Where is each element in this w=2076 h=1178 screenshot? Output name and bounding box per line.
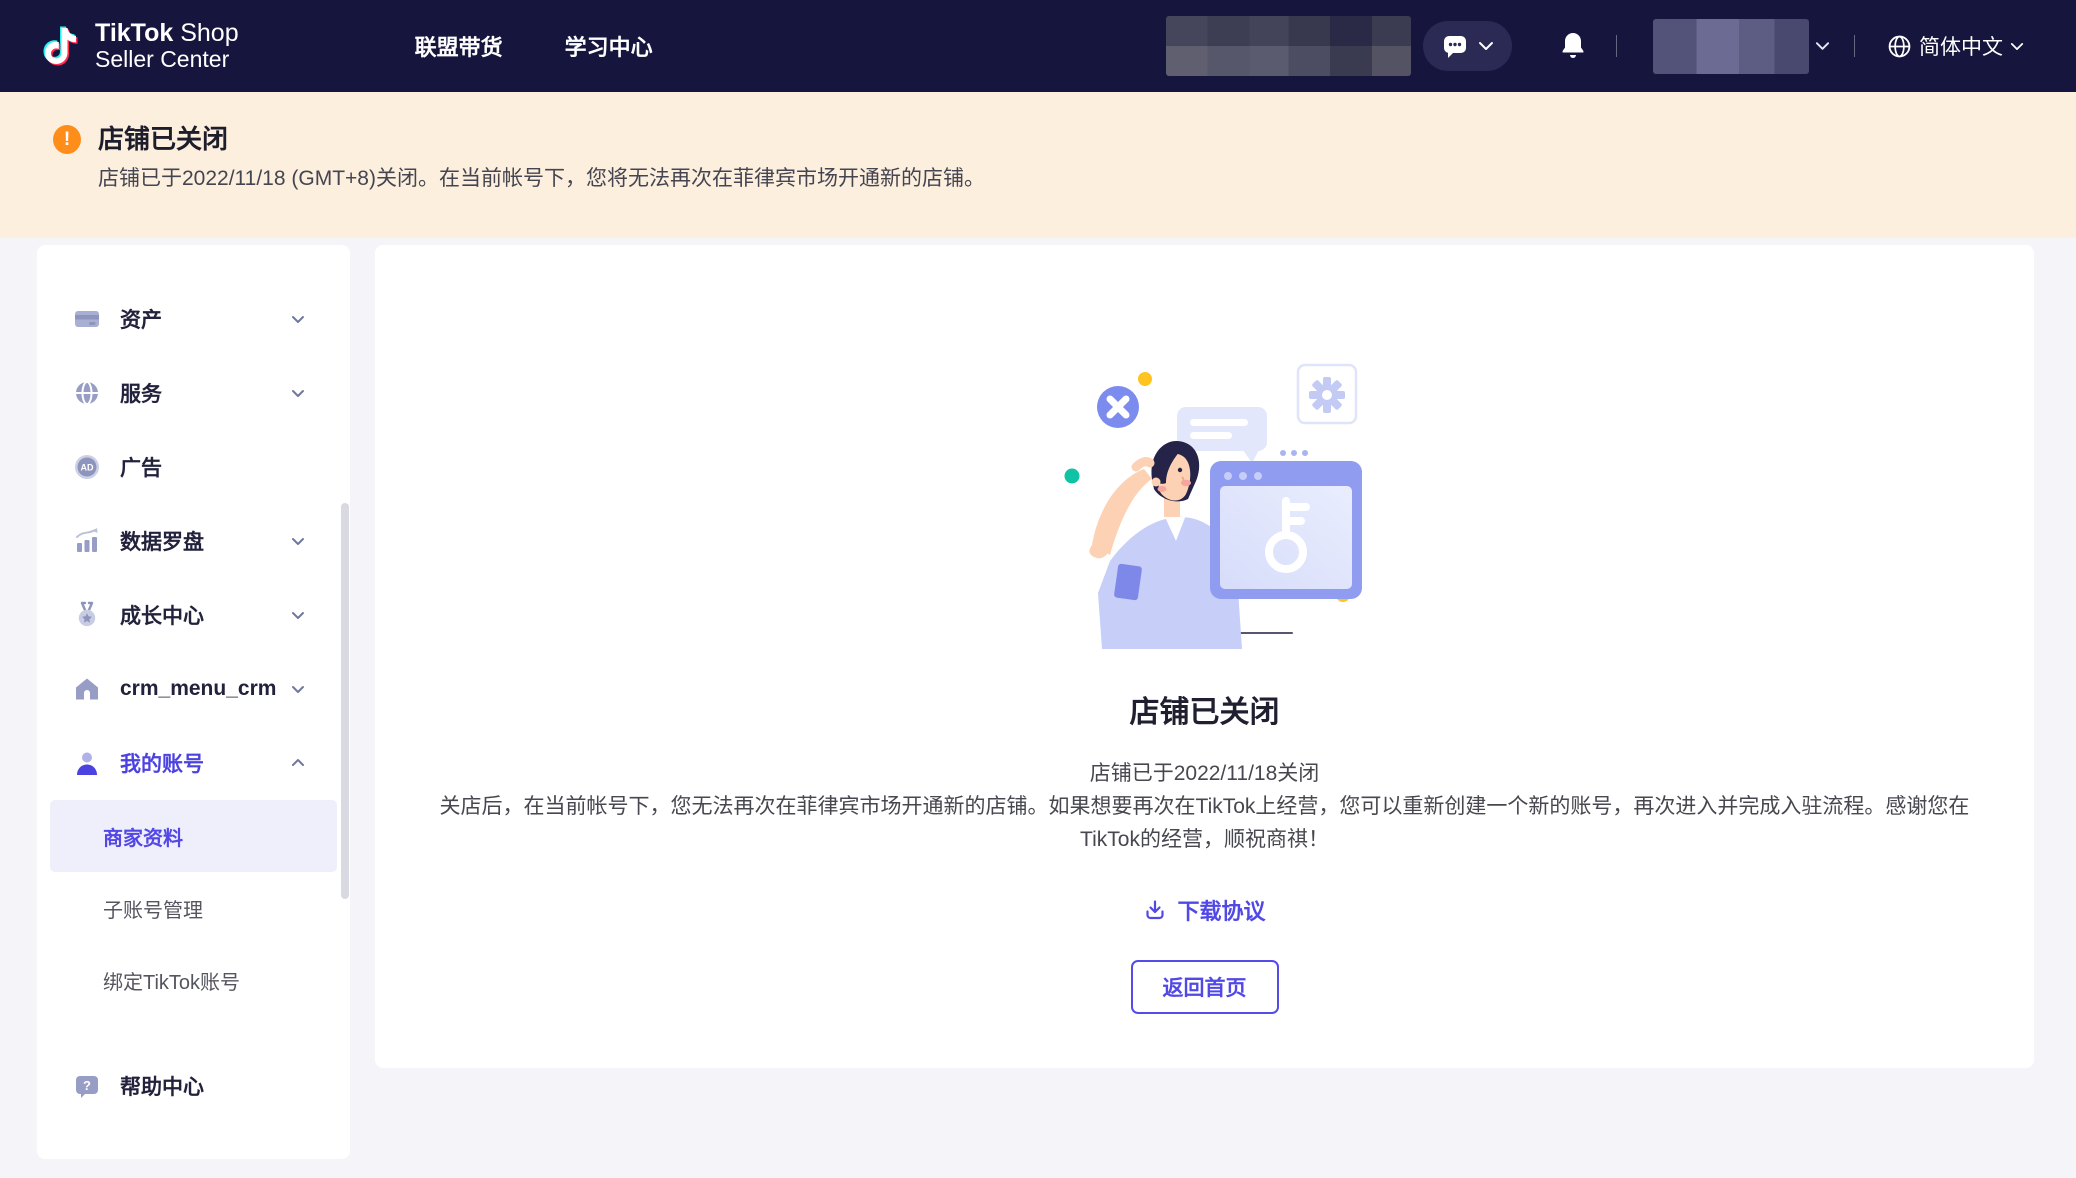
chevron-down-icon — [290, 533, 306, 549]
sidebar-item-label: 数据罗盘 — [120, 526, 204, 556]
banner-text: 店铺已关闭 店铺已于2022/11/18 (GMT+8)关闭。在当前帐号下，您将… — [98, 122, 985, 238]
sidebar-item-ads[interactable]: AD 广告 — [37, 430, 350, 504]
download-label: 下载协议 — [1177, 894, 1265, 926]
closure-description: 店铺已于2022/11/18关闭 关店后，在当前帐号下，您无法再次在菲律宾市场开… — [420, 757, 1990, 856]
sidebar-item-label: 资产 — [120, 304, 162, 334]
sidebar-scrollbar[interactable] — [341, 503, 349, 899]
chevron-down-icon — [1478, 40, 1494, 52]
sidebar-item-label: 帮助中心 — [120, 1071, 204, 1101]
sidebar-item-assets[interactable]: 资产 — [37, 282, 350, 356]
sidebar-item-label: 成长中心 — [120, 600, 204, 630]
sidebar-item-crm[interactable]: crm_menu_crm — [37, 652, 350, 726]
chevron-down-icon — [290, 385, 306, 401]
chevron-down-icon — [290, 681, 306, 697]
svg-text:AD: AD — [81, 463, 94, 473]
card-icon — [73, 305, 101, 333]
user-icon — [73, 749, 101, 777]
language-selector[interactable]: 简体中文 — [1887, 31, 2024, 61]
subitem-label: 商家资料 — [103, 822, 183, 851]
chat-bubble-icon — [1442, 33, 1468, 59]
back-home-button[interactable]: 返回首页 — [1131, 960, 1279, 1014]
sidebar-item-help-center[interactable]: ? 帮助中心 — [37, 1049, 350, 1123]
main-card: 店铺已关闭 店铺已于2022/11/18关闭 关店后，在当前帐号下，您无法再次在… — [375, 245, 2034, 1068]
blurred-shop-name — [1653, 19, 1809, 74]
brand-shop: Shop — [180, 19, 238, 47]
sidebar-item-label: 广告 — [120, 452, 162, 482]
nav-link-affiliate[interactable]: 联盟带货 — [415, 30, 503, 62]
top-navbar: TikTok Shop Seller Center 联盟带货 学习中心 — [0, 0, 2076, 92]
subitem-label: 子账号管理 — [103, 894, 203, 923]
page-title: 店铺已关闭 — [1130, 687, 1280, 731]
brand-text: TikTok Shop Seller Center — [95, 20, 239, 72]
help-icon: ? — [73, 1072, 101, 1100]
globe-icon — [1887, 34, 1912, 59]
content-area: 资产 服务 AD — [0, 238, 2076, 1159]
banner-title: 店铺已关闭 — [98, 122, 985, 156]
main-nav: 联盟带货 学习中心 — [415, 30, 653, 62]
sidebar-subitem-link-tiktok-account[interactable]: 绑定TikTok账号 — [50, 944, 337, 1016]
nav-link-learning-center[interactable]: 学习中心 — [565, 30, 653, 62]
x-circle-icon — [1097, 386, 1139, 428]
tiktok-note-icon — [37, 21, 83, 71]
blurred-user-info — [1166, 16, 1411, 76]
sidebar-item-my-account[interactable]: 我的账号 — [37, 726, 350, 800]
svg-text:?: ? — [83, 1078, 91, 1093]
notifications-bell-icon[interactable] — [1560, 31, 1586, 61]
sidebar-item-label: crm_menu_crm — [120, 677, 276, 701]
download-agreement-link[interactable]: 下载协议 — [1143, 894, 1265, 926]
sidebar-item-label: 我的账号 — [120, 748, 204, 778]
chat-messages-button[interactable] — [1423, 21, 1512, 71]
sidebar-item-services[interactable]: 服务 — [37, 356, 350, 430]
medal-icon — [73, 601, 101, 629]
key-window — [1210, 461, 1362, 599]
home-icon — [73, 675, 101, 703]
navbar-right-cluster: 简体中文 — [1166, 16, 2024, 76]
navbar-divider — [1854, 35, 1855, 57]
sidebar-subitem-merchant-profile[interactable]: 商家资料 — [50, 800, 337, 872]
chevron-down-icon — [290, 607, 306, 623]
tiktok-shop-logo[interactable]: TikTok Shop Seller Center — [37, 20, 239, 72]
sidebar: 资产 服务 AD — [37, 245, 350, 1159]
sidebar-item-analytics[interactable]: 数据罗盘 — [37, 504, 350, 578]
banner-description: 店铺已于2022/11/18 (GMT+8)关闭。在当前帐号下，您将无法再次在菲… — [98, 165, 985, 193]
closure-detail-line: 关店后，在当前帐号下，您无法再次在菲律宾市场开通新的店铺。如果想要再次在TikT… — [440, 795, 1970, 851]
brand-tiktok: TikTok — [95, 19, 173, 47]
subitem-label: 绑定TikTok账号 — [103, 966, 240, 995]
download-icon — [1143, 898, 1167, 922]
navbar-divider — [1616, 35, 1617, 57]
gear-icon — [1298, 365, 1356, 423]
shop-chevron-down-icon[interactable] — [1815, 40, 1830, 52]
sidebar-item-growth-center[interactable]: 成长中心 — [37, 578, 350, 652]
language-label: 简体中文 — [1919, 31, 2003, 61]
sidebar-subitem-subaccount-management[interactable]: 子账号管理 — [50, 872, 337, 944]
chevron-up-icon — [290, 755, 306, 771]
sidebar-item-label: 服务 — [120, 378, 162, 408]
globe-icon — [73, 379, 101, 407]
ad-icon: AD — [73, 453, 101, 481]
shop-closed-warning-banner: ! 店铺已关闭 店铺已于2022/11/18 (GMT+8)关闭。在当前帐号下，… — [0, 92, 2076, 238]
closure-date-line: 店铺已于2022/11/18关闭 — [1090, 762, 1320, 785]
warning-icon: ! — [53, 125, 81, 154]
brand-seller-center: Seller Center — [95, 47, 239, 72]
shop-closed-illustration — [1040, 349, 1370, 649]
chevron-down-icon — [290, 311, 306, 327]
chart-icon — [73, 527, 101, 555]
chevron-down-icon — [2010, 41, 2024, 52]
